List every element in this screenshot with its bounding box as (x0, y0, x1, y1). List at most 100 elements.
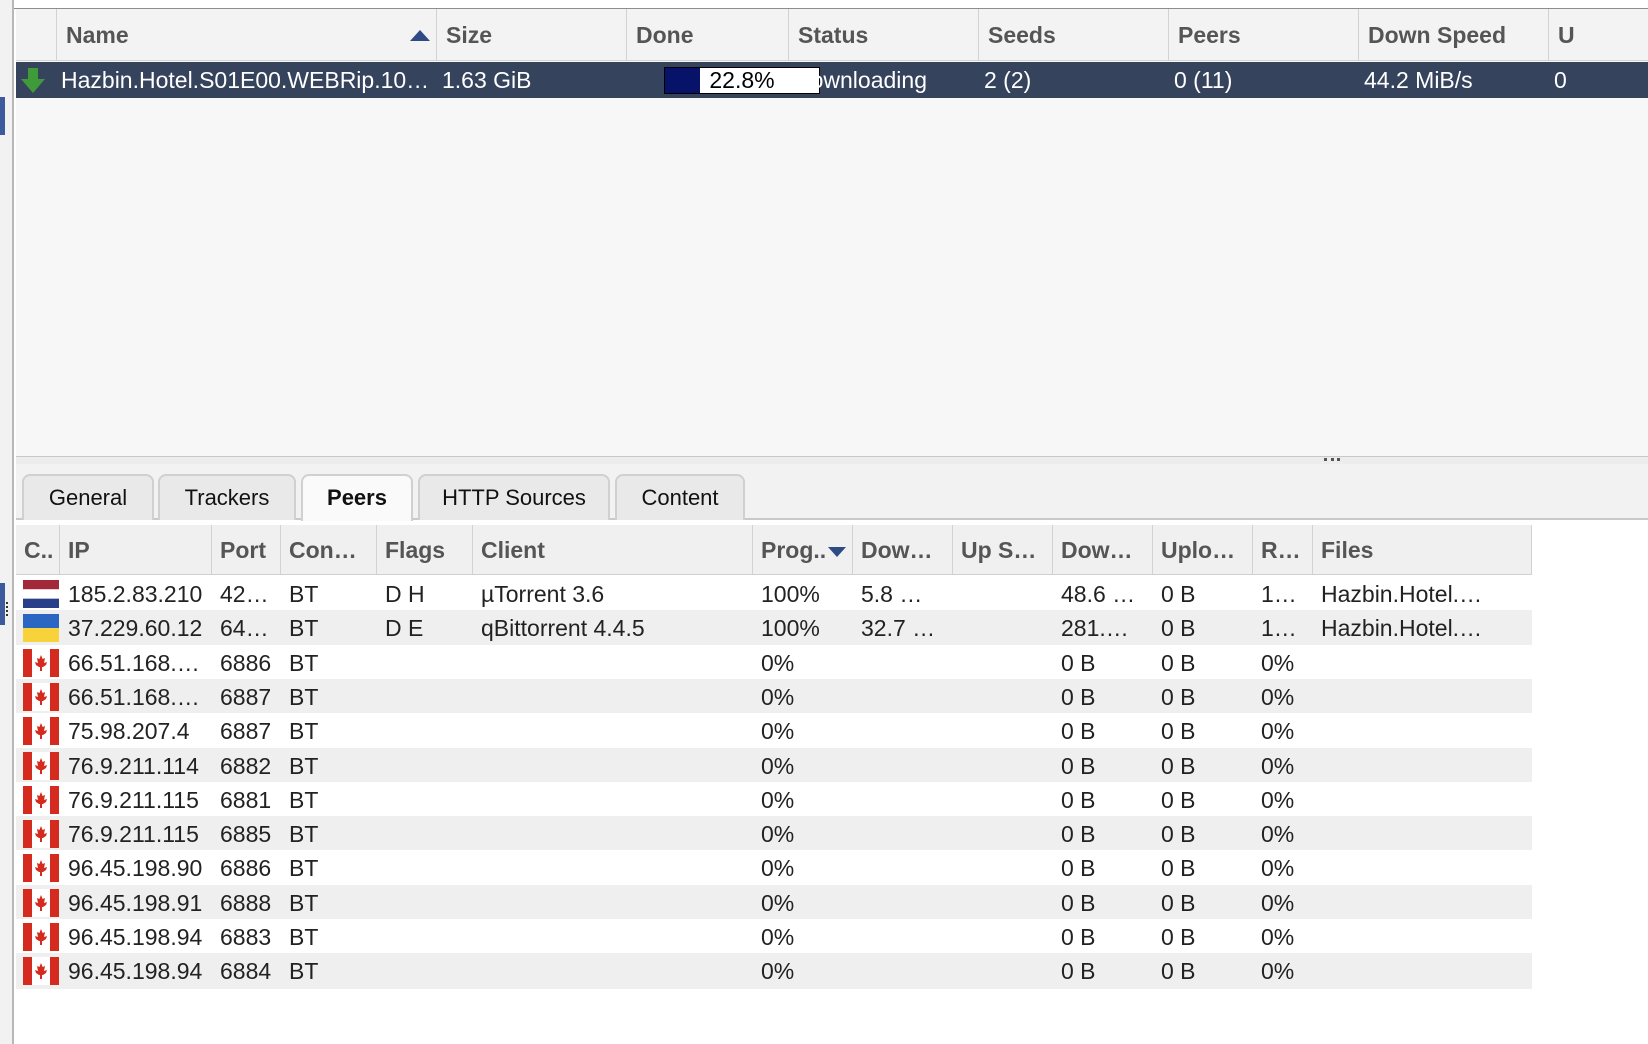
peer-relevance: 0% (1261, 889, 1295, 916)
peer-row[interactable]: 96.45.198.90 6886 BT 0% 0 B 0 B 0% (16, 850, 1532, 887)
column-header-down-speed[interactable]: Dow… (853, 525, 953, 575)
pane-splitter[interactable] (16, 456, 1648, 464)
column-header-relevance[interactable]: R… (1253, 525, 1313, 575)
peers-table: C.. IP Port Con… Flags Client Prog.. Dow… (16, 521, 1648, 1044)
peer-downloaded: 0 B (1061, 718, 1096, 745)
torrent-status: Downloading (794, 67, 927, 93)
tab-content[interactable]: Content (615, 474, 745, 520)
flag-ukraine-icon (23, 614, 59, 643)
column-header-client[interactable]: Client (473, 525, 753, 575)
column-header-ip[interactable]: IP (60, 525, 212, 575)
peer-row[interactable]: 76.9.211.114 6882 BT 0% 0 B 0 B 0% (16, 747, 1532, 784)
tab-http-sources[interactable]: HTTP Sources (418, 474, 610, 520)
column-header-state[interactable] (16, 9, 57, 61)
column-header-connection[interactable]: Con… (281, 525, 377, 575)
peer-relevance: 0% (1261, 924, 1295, 950)
torrent-row[interactable]: Hazbin.Hotel.S01E00.WEBRip.10… 1.63 GiB … (16, 62, 1648, 98)
peer-row[interactable]: 96.45.198.94 6883 BT 0% 0 B 0 B 0% (16, 919, 1532, 955)
peer-uploaded: 0 B (1161, 889, 1196, 916)
column-header-size[interactable]: Size (437, 9, 627, 61)
column-header-status[interactable]: Status (789, 9, 979, 61)
peer-row[interactable]: 76.9.211.115 6881 BT 0% 0 B 0 B 0% (16, 781, 1532, 818)
peer-downloaded: 0 B (1061, 958, 1096, 985)
tab-trackers[interactable]: Trackers (158, 474, 296, 520)
peer-connection: BT (289, 615, 319, 642)
torrent-name: Hazbin.Hotel.S01E00.WEBRip.10… (61, 67, 430, 93)
column-header-down-speed[interactable]: Down Speed (1359, 9, 1549, 61)
peer-up-speed (953, 679, 1053, 715)
tab-general[interactable]: General (22, 474, 154, 520)
column-header-peers[interactable]: Peers (1169, 9, 1359, 61)
peer-row[interactable]: 66.51.168.… 6886 BT 0% 0 B 0 B 0% (16, 644, 1532, 681)
torrent-list: Name Size Done Status Seeds Peers Down S… (16, 9, 1648, 457)
column-header-uploaded[interactable]: Uplo… (1153, 525, 1253, 575)
peer-down-speed (853, 919, 953, 955)
peer-row[interactable]: 96.45.198.94 6884 BT 0% 0 B 0 B 0% (16, 953, 1532, 990)
torrent-up-speed: 0 (1554, 67, 1567, 93)
column-header-up-speed[interactable]: Up S… (953, 525, 1053, 575)
peer-downloaded: 0 B (1061, 649, 1096, 676)
peer-files (1313, 953, 1532, 989)
peer-row[interactable]: 75.98.207.4 6887 BT 0% 0 B 0 B 0% (16, 713, 1532, 750)
column-header-seeds[interactable]: Seeds (979, 9, 1169, 61)
column-header-country[interactable]: C.. (16, 525, 60, 575)
peer-row[interactable]: 96.45.198.91 6888 BT 0% 0 B 0 B 0% (16, 884, 1532, 921)
peer-port: 42… (220, 581, 269, 607)
peer-progress: 0% (761, 821, 795, 848)
splitter-grip-icon[interactable] (1324, 458, 1340, 462)
column-header-label: Prog.. (761, 537, 827, 563)
peer-client: µTorrent 3.6 (481, 581, 605, 607)
peer-files (1313, 816, 1532, 852)
column-header-files[interactable]: Files (1313, 525, 1532, 575)
resize-grip-icon[interactable] (6, 602, 10, 616)
peer-port: 6885 (220, 821, 272, 848)
download-arrow-icon (21, 68, 45, 93)
peer-up-speed (953, 816, 1053, 852)
tab-peers[interactable]: Peers (301, 474, 413, 522)
peer-uploaded: 0 B (1161, 752, 1196, 779)
peer-progress: 0% (761, 855, 795, 882)
peer-client (473, 885, 753, 921)
column-header-done[interactable]: Done (627, 9, 789, 61)
peer-row[interactable]: 185.2.83.210 42… BT D H µTorrent 3.6 100% 5.8 … (16, 576, 1532, 612)
peer-connection: BT (289, 718, 319, 745)
peer-flags (377, 713, 473, 749)
column-header-downloaded[interactable]: Dow… (1053, 525, 1153, 575)
peer-up-speed (953, 850, 1053, 886)
peer-relevance: 1… (1261, 615, 1297, 642)
peer-row[interactable]: 66.51.168.… 6887 BT 0% 0 B 0 B 0% (16, 678, 1532, 715)
peer-row[interactable]: 37.229.60.12 64… BT D E qBittorrent 4.4.5 100… (16, 610, 1532, 647)
peer-relevance: 0% (1261, 786, 1295, 813)
peer-port: 6883 (220, 924, 272, 950)
sort-descending-icon (828, 546, 847, 557)
column-header-progress[interactable]: Prog.. (753, 525, 853, 575)
flag-canada-icon (23, 820, 59, 849)
flag-canada-icon (23, 957, 59, 986)
peer-client (473, 782, 753, 818)
peer-relevance: 0% (1261, 718, 1295, 745)
column-header-flags[interactable]: Flags (377, 525, 473, 575)
peer-client (473, 919, 753, 955)
peer-downloaded: 0 B (1061, 683, 1096, 710)
peer-files (1313, 919, 1532, 955)
torrent-list-header: Name Size Done Status Seeds Peers Down S… (16, 9, 1648, 61)
peer-up-speed (953, 576, 1053, 612)
peer-row[interactable]: 76.9.211.115 6885 BT 0% 0 B 0 B 0% (16, 816, 1532, 853)
column-header-port[interactable]: Port (212, 525, 281, 575)
torrent-down-speed: 44.2 MiB/s (1364, 67, 1473, 93)
peer-client: qBittorrent 4.4.5 (481, 615, 645, 642)
peer-downloaded: 0 B (1061, 924, 1096, 950)
peer-connection: BT (289, 821, 319, 848)
peer-connection: BT (289, 683, 319, 710)
flag-canada-icon (23, 648, 59, 677)
peer-progress: 0% (761, 924, 795, 950)
peer-down-speed: 5.8 … (861, 581, 923, 607)
torrent-peers: 0 (11) (1174, 67, 1233, 93)
column-header-label: Name (66, 22, 129, 48)
peer-ip: 37.229.60.12 (68, 615, 203, 642)
peer-port: 6884 (220, 958, 272, 985)
peer-files: Hazbin.Hotel.… (1321, 615, 1483, 642)
column-header-name[interactable]: Name (57, 9, 437, 61)
peer-down-speed (853, 885, 953, 921)
column-header-up-speed[interactable]: U (1549, 9, 1648, 61)
